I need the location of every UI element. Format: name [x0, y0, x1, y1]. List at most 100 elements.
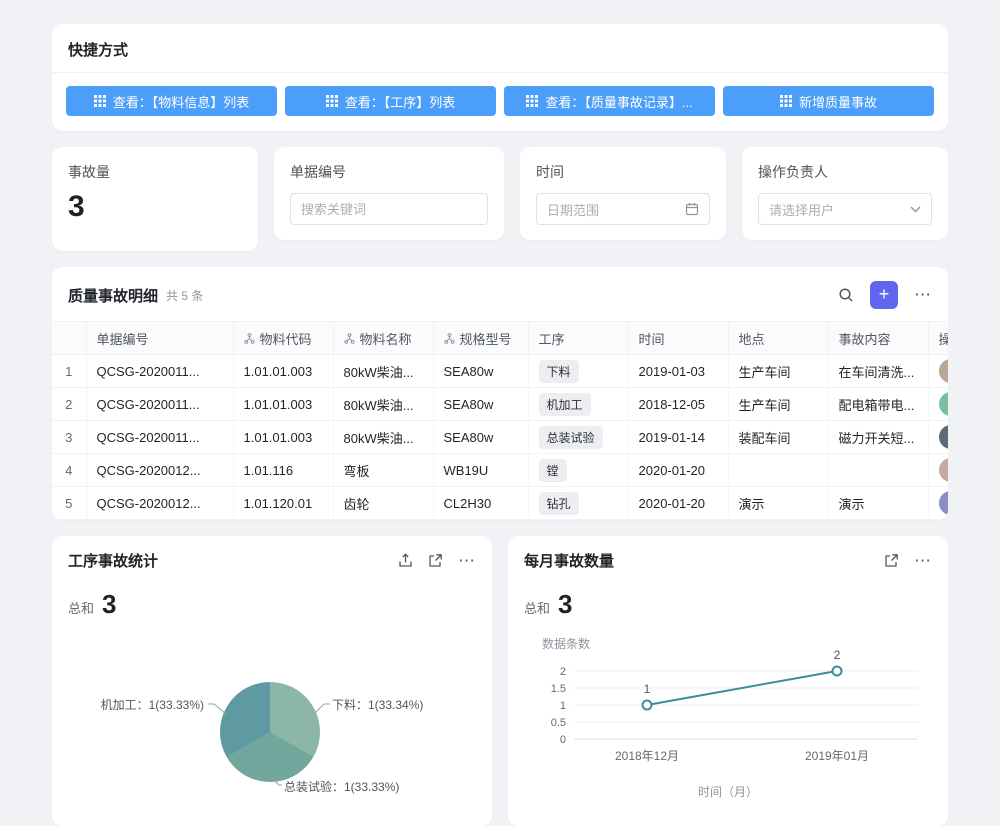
shortcuts-card: 快捷方式 查看：【物料信息】列表 查看：【工序】列表 查看：【质量事故记录】..…	[52, 24, 948, 131]
pie-card-header: 工序事故统计	[68, 550, 476, 571]
y-axis-title: 数据条数	[542, 636, 590, 651]
x-tick: 2019年01月	[805, 749, 869, 763]
shortcut-view-material-list-button[interactable]: 查看：【物料信息】列表	[66, 86, 277, 116]
line-total-label: 总和	[524, 598, 550, 617]
column-material-code: 物料代码	[233, 322, 333, 355]
table-actions	[838, 281, 932, 309]
chevron-down-icon	[910, 206, 921, 213]
table-row[interactable]: 5 QCSG-2020012... 1.01.120.01 齿轮 CL2H30 …	[52, 487, 948, 520]
linked-field-icon	[444, 333, 455, 344]
line-card-header: 每月事故数量	[524, 550, 932, 571]
cell-material-name: 80kW柴油...	[333, 388, 433, 421]
column-content: 事故内容	[828, 322, 928, 355]
table-row[interactable]: 2 QCSG-2020011... 1.01.01.003 80kW柴油... …	[52, 388, 948, 421]
shortcuts-button-row: 查看：【物料信息】列表 查看：【工序】列表 查看：【质量事故记录】... 新增质…	[52, 73, 948, 131]
filter-row: 事故量 3 单据编号 时间 日期范围 操作负责人 请选择用户	[52, 147, 948, 251]
column-process: 工序	[528, 322, 628, 355]
more-menu-button[interactable]	[914, 551, 932, 571]
cell-operator	[928, 421, 948, 454]
charts-row: 工序事故统计 总和 3	[52, 536, 948, 826]
open-in-new-button[interactable]	[884, 553, 899, 568]
cell-location: 生产车间	[728, 388, 828, 421]
process-tag: 下料	[539, 360, 579, 383]
pie-total-label: 总和	[68, 598, 94, 617]
grid-icon	[780, 95, 792, 107]
cell-process: 镗	[528, 454, 628, 487]
cell-process: 钻孔	[528, 487, 628, 520]
avatar	[939, 359, 949, 383]
table-title: 质量事故明细	[68, 285, 158, 306]
column-operator: 操作负责人	[928, 322, 948, 355]
process-stat-card: 工序事故统计 总和 3	[52, 536, 492, 826]
time-label: 时间	[536, 162, 710, 182]
line-chart[interactable]: 数据条数 2 1.5 1 0.5 0 1 2 2018年12月	[524, 628, 932, 800]
cell-material-name: 80kW柴油...	[333, 421, 433, 454]
row-index: 5	[52, 487, 86, 520]
shortcut-add-accident-button[interactable]: 新增质量事故	[723, 86, 934, 116]
table-row[interactable]: 4 QCSG-2020012... 1.01.116 弯板 WB19U 镗 20…	[52, 454, 948, 487]
shortcut-view-accident-records-button[interactable]: 查看：【质量事故记录】...	[504, 86, 715, 116]
cell-process: 下料	[528, 355, 628, 388]
date-range-picker[interactable]: 日期范围	[536, 193, 710, 225]
cell-content: 在车间清洗...	[828, 355, 928, 388]
export-button[interactable]	[398, 553, 413, 568]
cell-material-code: 1.01.01.003	[233, 421, 333, 454]
time-filter-card: 时间 日期范围	[520, 147, 726, 240]
accident-count-card: 事故量 3	[52, 147, 258, 251]
ellipsis-icon	[914, 551, 932, 571]
cell-content: 演示	[828, 487, 928, 520]
table-header-row: 单据编号 物料代码 物料名称 规格型号 工序 时间 地点 事故内容 操作负责人	[52, 322, 948, 355]
cell-spec: WB19U	[433, 454, 528, 487]
cell-material-name: 80kW柴油...	[333, 355, 433, 388]
cell-operator	[928, 355, 948, 388]
accident-detail-card: 质量事故明细 共 5 条 单据编号 物料代码 物料名称 规格型号	[52, 267, 948, 520]
x-tick: 2018年12月	[615, 749, 679, 763]
shortcut-label: 查看：【质量事故记录】...	[545, 92, 692, 111]
cell-process: 总装试验	[528, 421, 628, 454]
ellipsis-icon	[458, 551, 476, 571]
column-time: 时间	[628, 322, 728, 355]
point-label: 2	[834, 648, 841, 662]
cell-material-code: 1.01.01.003	[233, 355, 333, 388]
data-point	[833, 667, 842, 676]
accident-count-label: 事故量	[68, 162, 242, 182]
point-label: 1	[644, 682, 651, 696]
row-index: 4	[52, 454, 86, 487]
shortcut-label: 查看：【工序】列表	[345, 92, 456, 111]
accident-table: 单据编号 物料代码 物料名称 规格型号 工序 时间 地点 事故内容 操作负责人 …	[52, 321, 948, 520]
export-icon	[398, 553, 413, 568]
line-total-value: 3	[558, 589, 572, 620]
cell-time: 2019-01-14	[628, 421, 728, 454]
pie-total-value: 3	[102, 589, 116, 620]
shortcut-view-process-list-button[interactable]: 查看：【工序】列表	[285, 86, 496, 116]
grid-icon	[526, 95, 538, 107]
y-tick: 0.5	[551, 717, 566, 729]
process-tag: 总装试验	[539, 426, 603, 449]
column-location: 地点	[728, 322, 828, 355]
process-tag: 钻孔	[539, 492, 579, 515]
more-menu-button[interactable]	[914, 285, 932, 305]
date-range-placeholder: 日期范围	[547, 200, 679, 219]
process-tag: 镗	[539, 459, 567, 482]
cell-spec: SEA80w	[433, 388, 528, 421]
cell-content: 磁力开关短...	[828, 421, 928, 454]
table-card-header: 质量事故明细 共 5 条	[52, 267, 948, 321]
cell-time: 2020-01-20	[628, 454, 728, 487]
table-row-count: 共 5 条	[166, 287, 203, 304]
cell-content: 配电箱带电...	[828, 388, 928, 421]
cell-time: 2018-12-05	[628, 388, 728, 421]
column-spec-model: 规格型号	[433, 322, 528, 355]
add-record-button[interactable]	[870, 281, 898, 309]
table-row[interactable]: 1 QCSG-2020011... 1.01.01.003 80kW柴油... …	[52, 355, 948, 388]
search-button[interactable]	[838, 287, 854, 303]
pie-graphic[interactable]	[220, 682, 320, 782]
more-menu-button[interactable]	[458, 551, 476, 571]
user-select[interactable]: 请选择用户	[758, 193, 932, 225]
grid-icon	[94, 95, 106, 107]
cell-spec: SEA80w	[433, 355, 528, 388]
line-chart-svg: 数据条数 2 1.5 1 0.5 0 1 2 2018年12月	[524, 628, 932, 778]
open-in-new-button[interactable]	[428, 553, 443, 568]
table-row[interactable]: 3 QCSG-2020011... 1.01.01.003 80kW柴油... …	[52, 421, 948, 454]
doc-number-search-input[interactable]	[301, 202, 477, 217]
cell-time: 2020-01-20	[628, 487, 728, 520]
